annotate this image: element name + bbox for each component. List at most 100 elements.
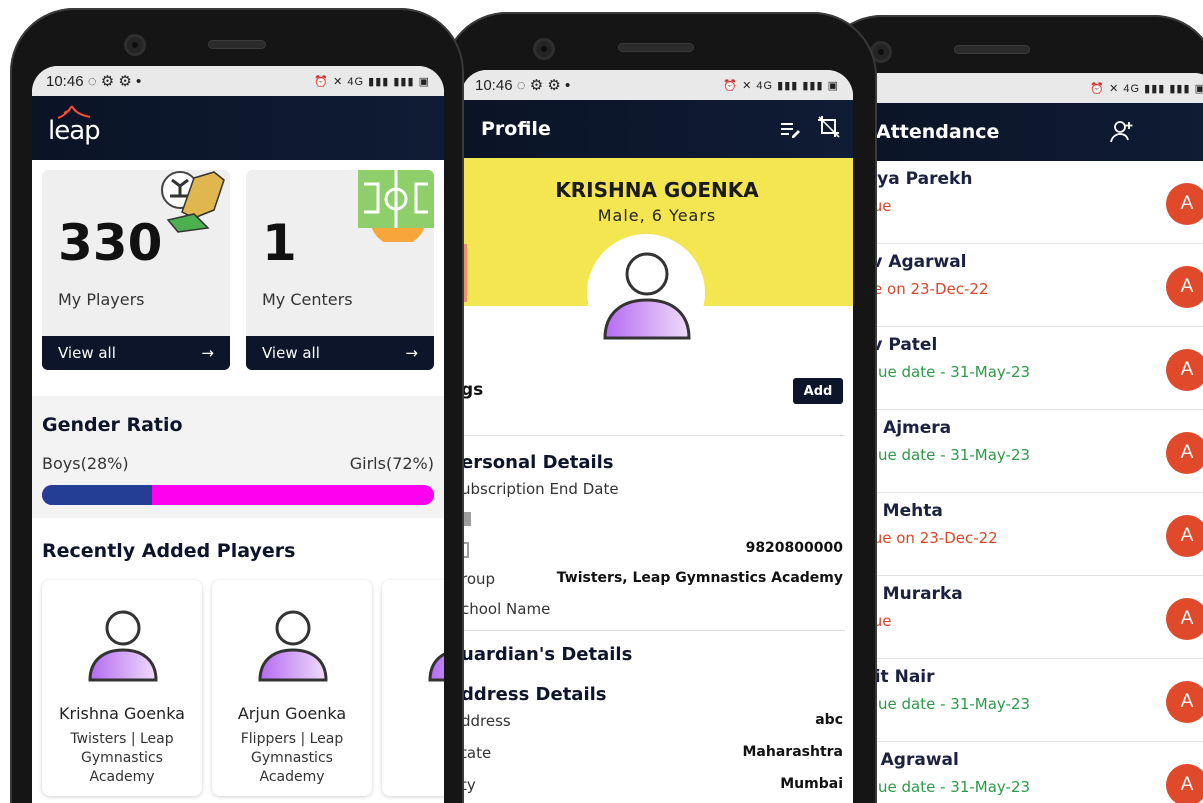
boys-label: Boys(28%)	[42, 454, 129, 473]
front-camera	[124, 34, 146, 56]
profile-sub: Male, 6 Years	[597, 206, 717, 225]
earpiece-speaker	[208, 40, 266, 49]
status-icons-right: ⏰ ✕ 4G ▮▮▮ ▮▮▮ ▣	[1090, 82, 1203, 95]
attendance-status-badge[interactable]: A	[1166, 598, 1203, 640]
player-name: Krishna Goenka	[59, 704, 185, 723]
player-group: FlippGyAc	[390, 730, 444, 787]
subscription-label: ubscription End Date	[461, 480, 619, 498]
player-card[interactable]: Krishna Goenka Twisters | Leap Gymnastics A…	[42, 580, 202, 796]
tags-label: gs	[461, 380, 484, 400]
player-group-line: Gymnastics	[81, 750, 163, 766]
attendance-row[interactable]: arav Patel ext due date - 31-May-23 A	[840, 327, 1203, 410]
recently-added-title: Recently Added Players	[42, 540, 296, 562]
crop-icon[interactable]	[813, 111, 845, 143]
players-count: 330	[58, 214, 163, 272]
view-all-label: View all	[262, 344, 320, 362]
group-row: roup Twisters, Leap Gymnastics Academy	[461, 570, 853, 588]
attendance-row[interactable]: ariv Murarkaee dueA	[840, 576, 1203, 659]
divider	[461, 435, 845, 436]
player-group-line: Flippers | Leap	[240, 731, 344, 747]
school-label: chool Name	[461, 600, 551, 618]
attendance-status-badge[interactable]: A	[1166, 349, 1203, 391]
player-group-line: Academy	[89, 769, 155, 785]
profile-avatar[interactable]	[587, 234, 705, 352]
person-avatar-icon	[603, 252, 691, 340]
attendance-screen: ⚙ • ⏰ ✕ 4G ▮▮▮ ▮▮▮ ▣ Attendance araiya P…	[840, 73, 1203, 803]
group-label: roup	[461, 570, 496, 588]
attendance-status-badge[interactable]: A	[1166, 681, 1203, 723]
group-value: Twisters, Leap Gymnastics Academy	[556, 570, 843, 586]
leap-logo[interactable]: leap	[46, 104, 106, 150]
soccer-field-icon	[358, 170, 434, 246]
player-card[interactable]: Mira FlippGyAc	[382, 580, 444, 796]
attendance-status-badge[interactable]: A	[1166, 764, 1203, 803]
boys-fill	[42, 485, 152, 505]
player-group: Flippers | Leap Gymnastics Academy	[220, 730, 364, 787]
player-group: Twisters | Leap Gymnastics Academy	[50, 730, 194, 787]
profile-screen: 10:46 ◌ ⚙ ⚙ • ⏰ ✕ 4G ▮▮▮ ▮▮▮ ▣ Profile K…	[461, 70, 853, 803]
person-avatar-icon	[418, 600, 444, 688]
address-value: abc	[815, 712, 843, 728]
status-bar: ⚙ • ⏰ ✕ 4G ▮▮▮ ▮▮▮ ▣	[840, 73, 1203, 103]
address-label: ddress	[461, 712, 511, 730]
status-bar: 10:46 ◌ ⚙ ⚙ • ⏰ ✕ 4G ▮▮▮ ▮▮▮ ▣	[32, 66, 444, 96]
attendance-row[interactable]: araiya Parekhee dueA	[840, 161, 1203, 244]
page-title: Attendance	[876, 121, 1000, 143]
arrow-right-icon: →	[405, 344, 418, 362]
phone-value: 9820800000	[745, 540, 843, 556]
leap-logo-text: leap	[48, 116, 101, 146]
player-card[interactable]: Arjun Goenka Flippers | Leap Gymnastics Aca…	[212, 580, 372, 796]
page-title: Profile	[481, 118, 551, 140]
divider	[461, 630, 845, 631]
profile-name: KRISHNA GOENKA	[555, 178, 759, 202]
attendance-status-badge[interactable]: A	[1166, 266, 1203, 308]
status-time: 10:46 ◌ ⚙ ⚙ •	[475, 77, 571, 94]
dashboard-screen: 10:46 ◌ ⚙ ⚙ • ⏰ ✕ 4G ▮▮▮ ▮▮▮ ▣ leap 330 …	[32, 66, 444, 803]
attendance-status-badge[interactable]: A	[1166, 515, 1203, 557]
person-avatar-icon	[248, 600, 336, 688]
add-person-icon[interactable]	[1106, 116, 1138, 148]
gender-ratio-section: Gender Ratio Boys(28%) Girls(72%)	[32, 396, 444, 518]
state-value: Maharashtra	[742, 744, 844, 760]
status-time: 10:46 ◌ ⚙ ⚙ •	[46, 73, 142, 90]
state-label: tate	[461, 744, 492, 762]
centers-count: 1	[262, 214, 297, 272]
attendance-row[interactable]: dya Agrawal ext due date - 31-May-23 A	[840, 742, 1203, 803]
gender-ratio-bar	[42, 485, 434, 505]
attendance-status-badge[interactable]: A	[1166, 183, 1203, 225]
player-name: Mira	[382, 704, 444, 723]
status-bar: 10:46 ◌ ⚙ ⚙ • ⏰ ✕ 4G ▮▮▮ ▮▮▮ ▣	[461, 70, 853, 100]
phone-profile: 10:46 ◌ ⚙ ⚙ • ⏰ ✕ 4G ▮▮▮ ▮▮▮ ▣ Profile K…	[443, 12, 877, 803]
attendance-row[interactable]: ariv Mehta ee due on 23-Dec-22 A	[840, 493, 1203, 576]
player-group-line: Gy	[390, 749, 444, 768]
player-group-line: Gymnastics	[251, 750, 333, 766]
attendance-row[interactable]: arav Agarwal e due on 23-Dec-22 A	[840, 244, 1203, 327]
soccer-ball-cleat-icon	[154, 170, 230, 244]
address-row: ddress abc	[461, 712, 853, 730]
player-group-line: Academy	[259, 769, 325, 785]
status-icons-right: ⏰ ✕ 4G ▮▮▮ ▮▮▮ ▣	[314, 75, 430, 88]
gender-ratio-title: Gender Ratio	[42, 414, 183, 436]
front-camera	[533, 38, 555, 60]
status-icons-right: ⏰ ✕ 4G ▮▮▮ ▮▮▮ ▣	[723, 79, 839, 92]
recent-players-list: Krishna Goenka Twisters | Leap Gymnastics A…	[42, 580, 444, 800]
status-time-text: 10:46	[46, 73, 84, 90]
players-label: My Players	[58, 290, 145, 309]
subscription-row: ubscription End Date	[461, 480, 853, 498]
app-bar: leap	[32, 96, 444, 160]
player-name: Arjun Goenka	[237, 704, 347, 723]
person-avatar-icon	[78, 600, 166, 688]
attendance-row[interactable]: aria Ajmera ext due date - 31-May-23 A	[840, 410, 1203, 493]
view-all-label: View all	[58, 344, 116, 362]
player-group-line: Ac	[390, 768, 444, 787]
attendance-row[interactable]: dvait Nair ext due date - 31-May-23 A	[840, 659, 1203, 742]
view-all-players-button[interactable]: View all →	[42, 336, 230, 370]
add-tag-button[interactable]: Add	[793, 378, 843, 404]
edit-list-icon[interactable]	[774, 113, 806, 145]
view-all-centers-button[interactable]: View all →	[246, 336, 434, 370]
earpiece-speaker	[618, 43, 694, 52]
attendance-status-badge[interactable]: A	[1166, 432, 1203, 474]
guardian-details-title[interactable]: uardian's Details	[461, 644, 632, 665]
state-row: tate Maharashtra	[461, 744, 853, 762]
status-time-text: 10:46	[475, 77, 513, 94]
